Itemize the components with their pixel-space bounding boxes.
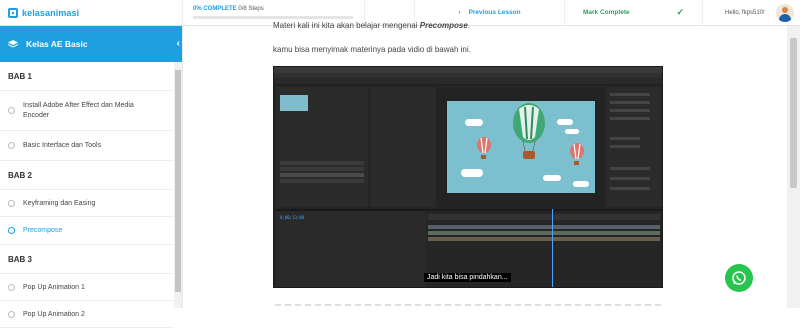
progress-steps: 0/8 Steps (238, 6, 264, 12)
lesson-item[interactable]: Install Adobe After Effect dan Media Enc… (0, 91, 174, 131)
lesson-item[interactable]: Pop Up Animation 2 (0, 301, 174, 328)
composition-panel (439, 87, 604, 207)
lesson-content: Materi kali ini kita akan belajar mengen… (183, 21, 787, 308)
mark-complete-label: Mark Complete (583, 9, 630, 16)
project-panel (276, 87, 368, 207)
app-toolbar (274, 78, 662, 85)
video-instruction: kamu bisa menyimak materinya pada vidio … (273, 45, 471, 54)
logo-text: kelasanimasi (22, 7, 80, 18)
lesson-label: Keyframing dan Easing (23, 199, 96, 207)
status-circle-icon (8, 107, 15, 114)
status-circle-icon (8, 310, 15, 318)
logo-icon (8, 7, 18, 18)
divider (275, 304, 661, 306)
lesson-item[interactable]: Basic Interface dan Tools (0, 131, 174, 161)
status-circle-icon (8, 142, 15, 149)
whatsapp-button[interactable] (725, 264, 753, 292)
timeline-playhead (552, 209, 553, 287)
course-header[interactable]: Kelas AE Basic ‹ (0, 26, 182, 62)
status-circle-icon (8, 283, 15, 291)
whatsapp-icon (732, 271, 746, 285)
progress-percent: 0% COMPLETE (193, 6, 237, 12)
course-title: Kelas AE Basic (26, 39, 88, 49)
effect-controls-panel (370, 87, 436, 207)
chevron-left-icon: ‹ (458, 9, 461, 16)
page-scrollbar[interactable] (787, 26, 800, 308)
mark-complete-button[interactable]: Mark Complete ✓ (565, 0, 703, 25)
avatar[interactable] (776, 3, 794, 22)
tools-panel (606, 87, 662, 207)
section-title[interactable]: BAB 2 (0, 161, 174, 190)
lesson-label: Install Adobe After Effect dan Media Enc… (23, 101, 134, 119)
timeline-ruler (428, 214, 660, 220)
lesson-item-active[interactable]: Precompose (0, 217, 174, 245)
status-circle-icon (8, 199, 15, 207)
lesson-label: Pop Up Animation 2 (23, 310, 85, 318)
lesson-list: BAB 1 Install Adobe After Effect dan Med… (0, 62, 174, 328)
lesson-label: Precompose (23, 227, 63, 234)
comp-thumbnail (280, 95, 308, 111)
composition-canvas (447, 101, 595, 193)
sidebar-scrollbar[interactable] (174, 62, 182, 308)
collapse-sidebar-icon[interactable]: ‹ (177, 38, 180, 49)
course-sidebar: Kelas AE Basic ‹ BAB 1 Install Adobe Aft… (0, 26, 183, 328)
status-circle-icon (8, 227, 15, 234)
check-icon: ✓ (676, 7, 684, 17)
logo[interactable]: kelasanimasi (0, 0, 183, 25)
lesson-label: Pop Up Animation 1 (23, 283, 85, 291)
lesson-item[interactable]: Keyframing dan Easing (0, 190, 174, 217)
topic-emphasis: Precompose (419, 21, 468, 30)
progress-bar (193, 16, 353, 19)
user-menu[interactable]: Hello, fkps510! (703, 0, 800, 25)
intro-paragraph: Materi kali ini kita akan belajar mengen… (273, 21, 471, 30)
sidebar-scroll-thumb[interactable] (175, 70, 181, 292)
balloon-illustration (477, 103, 584, 165)
previous-lesson-label: Previous Lesson (468, 9, 521, 16)
video-subtitle: Jadi kita bisa pindahkan... (424, 273, 511, 282)
layers-icon (8, 40, 18, 48)
section-title[interactable]: BAB 1 (0, 62, 174, 91)
layer-list: 0;00;13;00 (276, 211, 426, 287)
lesson-label: Basic Interface dan Tools (23, 142, 102, 149)
page-scroll-thumb[interactable] (790, 38, 797, 188)
timecode: 0;00;13;00 (280, 215, 305, 220)
section-title[interactable]: BAB 3 (0, 245, 174, 274)
lesson-video[interactable]: 0;00;13;00 Jadi kita bisa pindahkan... (273, 66, 663, 288)
lesson-item[interactable]: Pop Up Animation 1 (0, 274, 174, 301)
greeting: Hello, fkps510! (725, 9, 765, 16)
